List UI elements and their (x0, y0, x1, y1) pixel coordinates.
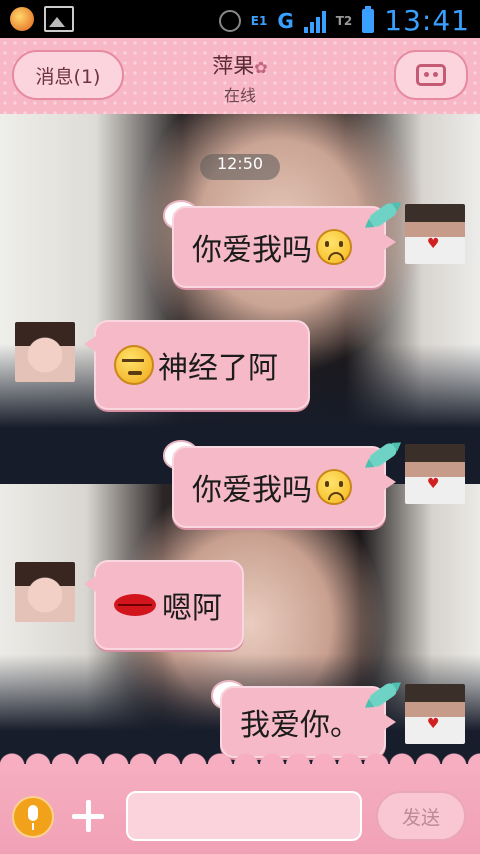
plus-icon[interactable] (70, 798, 106, 834)
flower-icon: ✿ (254, 58, 268, 77)
message-text: 我爱你。 (240, 708, 360, 743)
network-type: E1 (250, 13, 268, 28)
message-text: 嗯阿 (162, 591, 222, 626)
message-bubble-sent[interactable]: 你爱我吗 (172, 446, 396, 528)
signal-icon (303, 9, 326, 33)
send-button[interactable]: 发送 (376, 791, 466, 841)
alarm-icon (218, 9, 241, 32)
microphone-icon[interactable] (12, 796, 54, 838)
contact-avatar[interactable] (15, 322, 75, 382)
message-bubble-received[interactable]: 神经了阿 (84, 320, 310, 410)
message-text: 你爱我吗 (192, 233, 312, 268)
profile-menu-icon (416, 64, 446, 86)
composer-bar: 发送 (0, 750, 480, 854)
battery-icon (362, 5, 375, 33)
profile-menu-button[interactable] (394, 50, 468, 100)
my-avatar[interactable] (405, 204, 465, 264)
sad-face-icon (316, 229, 352, 265)
sim2-label: T2 (335, 13, 353, 28)
message-text: 你爱我吗 (192, 473, 312, 508)
message-input[interactable] (126, 791, 362, 841)
message-bubble-sent[interactable]: 我爱你。 (220, 686, 396, 758)
my-avatar[interactable] (405, 444, 465, 504)
message-bubble-received[interactable]: 嗯阿 (84, 560, 244, 650)
chat-header: 消息(1) 萍果✿ 在线 (0, 38, 480, 114)
contact-avatar[interactable] (15, 562, 75, 622)
message-bubble-sent[interactable]: 你爱我吗 (172, 206, 396, 288)
image-icon (44, 6, 74, 32)
contact-name-text: 萍果 (212, 54, 255, 78)
status-time: 13:41 (384, 4, 470, 37)
chat-area[interactable]: 12:50 你爱我吗 神经了阿 你爱我吗 嗯阿 (0, 114, 480, 764)
lips-icon (114, 594, 156, 616)
message-text: 神经了阿 (158, 351, 278, 386)
message-timestamp: 12:50 (200, 154, 280, 180)
chat-screen: E1 G T2 13:41 消息(1) 萍果✿ 在线 12:50 你爱我吗 ♥ … (0, 0, 480, 854)
app-notification-icon (10, 7, 34, 31)
sad-face-icon (316, 469, 352, 505)
smug-face-icon (114, 345, 154, 385)
status-bar: E1 G T2 13:41 (0, 0, 480, 38)
network-g-label: G (277, 8, 294, 33)
my-avatar[interactable] (405, 684, 465, 744)
